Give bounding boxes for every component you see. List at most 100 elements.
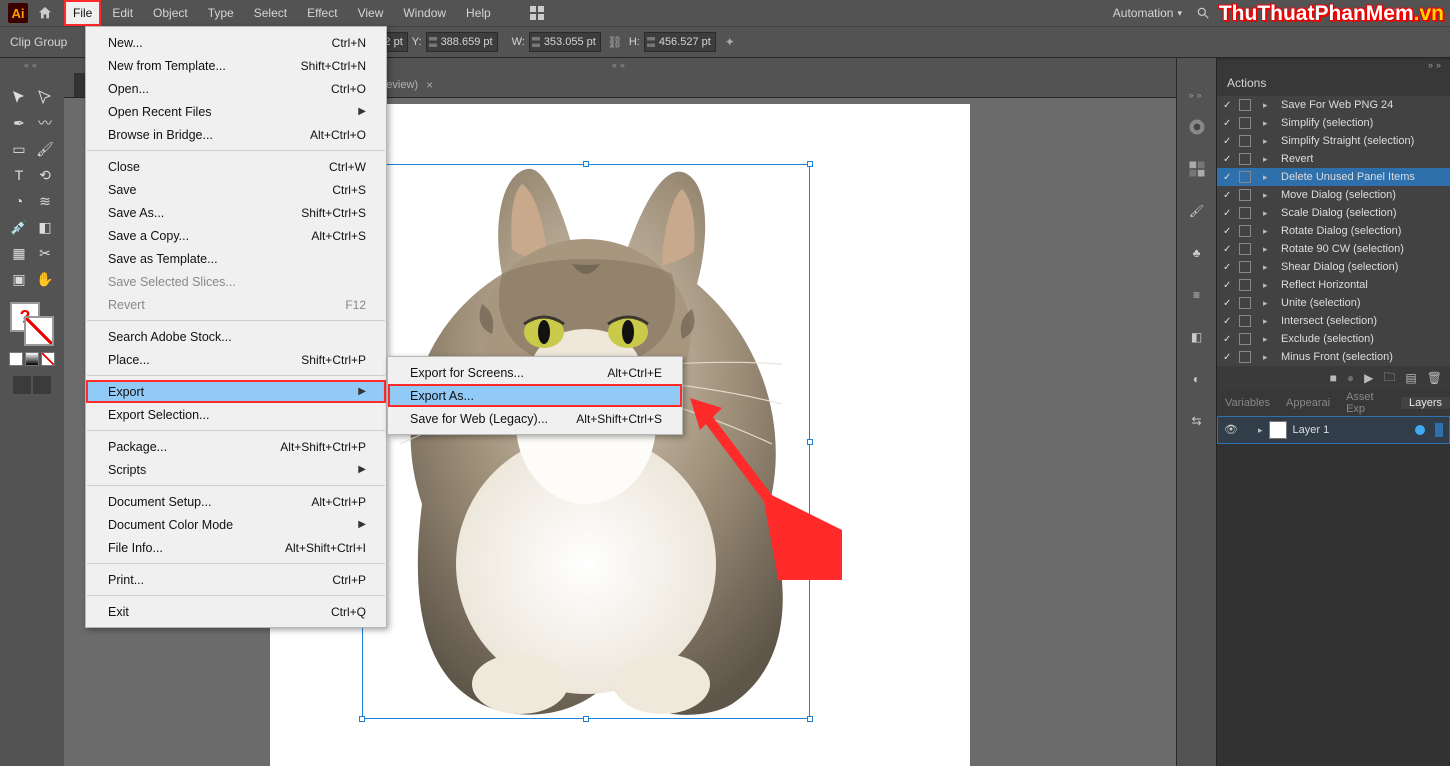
action-row[interactable]: ▸Simplify (selection) [1217, 114, 1450, 132]
action-expand-icon[interactable]: ▸ [1263, 280, 1271, 291]
selection-tool-icon[interactable] [6, 84, 32, 110]
export-menu-item[interactable]: Export for Screens...Alt+Ctrl+E [388, 361, 682, 384]
tab-appearance[interactable]: Appearai [1278, 397, 1338, 409]
file-menu-item[interactable]: Open...Ctrl+O [86, 77, 386, 100]
action-toggle-icon[interactable] [1223, 207, 1235, 219]
scissors-tool-icon[interactable]: ✂ [32, 240, 58, 266]
action-dialog-icon[interactable] [1239, 135, 1251, 147]
action-expand-icon[interactable]: ▸ [1263, 244, 1271, 255]
action-dialog-icon[interactable] [1239, 225, 1251, 237]
action-row[interactable]: ▸Reflect Horizontal [1217, 276, 1450, 294]
action-row[interactable]: ▸Delete Unused Panel Items [1217, 168, 1450, 186]
action-row[interactable]: ▸Shear Dialog (selection) [1217, 258, 1450, 276]
panel-grip-icon[interactable]: »» [1183, 90, 1211, 98]
action-dialog-icon[interactable] [1239, 261, 1251, 273]
action-expand-icon[interactable]: ▸ [1263, 334, 1271, 345]
file-menu-item[interactable]: Save Selected Slices... [86, 270, 386, 293]
arrange-documents-icon[interactable] [528, 4, 546, 22]
width-tool-icon[interactable]: ≋ [32, 188, 58, 214]
action-dialog-icon[interactable] [1239, 117, 1251, 129]
menu-object[interactable]: Object [144, 0, 197, 26]
file-menu-item[interactable]: Export Selection... [86, 403, 386, 426]
action-toggle-icon[interactable] [1223, 333, 1235, 345]
action-toggle-icon[interactable] [1223, 315, 1235, 327]
file-menu-item[interactable]: Package...Alt+Shift+Ctrl+P [86, 435, 386, 458]
play-icon[interactable]: ▶ [1364, 371, 1373, 385]
stroke-swatch-icon[interactable] [24, 316, 54, 346]
action-dialog-icon[interactable] [1239, 99, 1251, 111]
action-toggle-icon[interactable] [1223, 135, 1235, 147]
action-row[interactable]: ▸Rotate 90 CW (selection) [1217, 240, 1450, 258]
file-menu-item[interactable]: RevertF12 [86, 293, 386, 316]
action-dialog-icon[interactable] [1239, 207, 1251, 219]
menu-file[interactable]: File [64, 0, 101, 26]
action-expand-icon[interactable]: ▸ [1263, 226, 1271, 237]
action-row[interactable]: ▸Move Dialog (selection) [1217, 186, 1450, 204]
action-row[interactable]: ▸Scale Dialog (selection) [1217, 204, 1450, 222]
w-input[interactable]: 353.055 pt [529, 32, 601, 52]
file-menu-item[interactable]: Save as Template... [86, 247, 386, 270]
window-minimize-icon[interactable]: — [1344, 0, 1378, 26]
menu-view[interactable]: View [349, 0, 393, 26]
action-dialog-icon[interactable] [1239, 297, 1251, 309]
delete-icon[interactable]: 🗑 [1427, 371, 1442, 385]
shape-options-icon[interactable]: ✦ [720, 32, 740, 52]
rotate-tool-icon[interactable]: ⟲ [32, 162, 58, 188]
link-wh-icon[interactable]: ⛓ [605, 32, 625, 52]
action-toggle-icon[interactable] [1223, 351, 1235, 363]
file-menu-item[interactable]: Print...Ctrl+P [86, 568, 386, 591]
action-dialog-icon[interactable] [1239, 171, 1251, 183]
window-maximize-icon[interactable]: ☐ [1380, 0, 1414, 26]
action-row[interactable]: ▸Exclude (selection) [1217, 330, 1450, 348]
action-expand-icon[interactable]: ▸ [1263, 118, 1271, 129]
action-expand-icon[interactable]: ▸ [1263, 136, 1271, 147]
action-row[interactable]: ▸Intersect (selection) [1217, 312, 1450, 330]
color-mode-swatches[interactable] [9, 352, 55, 366]
action-row[interactable]: ▸Save For Web PNG 24 [1217, 96, 1450, 114]
action-expand-icon[interactable]: ▸ [1263, 172, 1271, 183]
action-toggle-icon[interactable] [1223, 99, 1235, 111]
actions-panel-tab[interactable]: Actions [1217, 70, 1450, 96]
rectangle-tool-icon[interactable]: ▭ [6, 136, 32, 162]
layer-row[interactable]: ▸ Layer 1 [1217, 416, 1450, 444]
action-row[interactable]: ▸Rotate Dialog (selection) [1217, 222, 1450, 240]
action-expand-icon[interactable]: ▸ [1263, 298, 1271, 309]
action-row[interactable]: ▸Revert [1217, 150, 1450, 168]
file-menu-item[interactable]: SaveCtrl+S [86, 178, 386, 201]
direct-selection-tool-icon[interactable] [32, 84, 58, 110]
file-menu-item[interactable]: ExitCtrl+Q [86, 600, 386, 623]
action-expand-icon[interactable]: ▸ [1263, 262, 1271, 273]
action-toggle-icon[interactable] [1223, 279, 1235, 291]
action-expand-icon[interactable]: ▸ [1263, 352, 1271, 363]
tab-variables[interactable]: Variables [1217, 397, 1278, 409]
layer-expand-icon[interactable]: ▸ [1258, 425, 1263, 436]
panel-grip-icon[interactable]: »» [1217, 60, 1450, 72]
tab-asset-export[interactable]: Asset Exp [1338, 391, 1401, 415]
record-icon[interactable]: ● [1347, 371, 1354, 385]
curvature-tool-icon[interactable]: 〰 [32, 110, 58, 136]
file-menu-item[interactable]: File Info...Alt+Shift+Ctrl+I [86, 536, 386, 559]
file-menu-item[interactable]: Document Color Mode▶ [86, 513, 386, 536]
action-toggle-icon[interactable] [1223, 297, 1235, 309]
home-icon[interactable] [36, 4, 54, 22]
y-input[interactable]: 388.659 pt [426, 32, 498, 52]
action-dialog-icon[interactable] [1239, 279, 1251, 291]
stroke-panel-icon[interactable]: ≡ [1186, 284, 1208, 306]
hand-tool-icon[interactable]: ✋ [32, 266, 58, 292]
gradient-tool-icon[interactable]: ▦ [6, 240, 32, 266]
action-row[interactable]: ▸Unite (selection) [1217, 294, 1450, 312]
new-action-icon[interactable]: ▤ [1405, 371, 1416, 385]
action-toggle-icon[interactable] [1223, 153, 1235, 165]
export-menu-item[interactable]: Export As... [388, 384, 682, 407]
new-set-icon[interactable]: 🗀 [1383, 368, 1395, 389]
transparency-panel-icon[interactable]: ◐ [1186, 368, 1208, 390]
selection-bounding-box[interactable] [362, 164, 810, 719]
action-row[interactable]: ▸Minus Front (selection) [1217, 348, 1450, 366]
action-dialog-icon[interactable] [1239, 351, 1251, 363]
file-menu-item[interactable]: New from Template...Shift+Ctrl+N [86, 54, 386, 77]
type-tool-icon[interactable]: T [6, 162, 32, 188]
file-menu-item[interactable]: Place...Shift+Ctrl+P [86, 348, 386, 371]
action-expand-icon[interactable]: ▸ [1263, 154, 1271, 165]
menu-help[interactable]: Help [457, 0, 500, 26]
workspace-switcher[interactable]: Automation▾ [1103, 6, 1192, 20]
